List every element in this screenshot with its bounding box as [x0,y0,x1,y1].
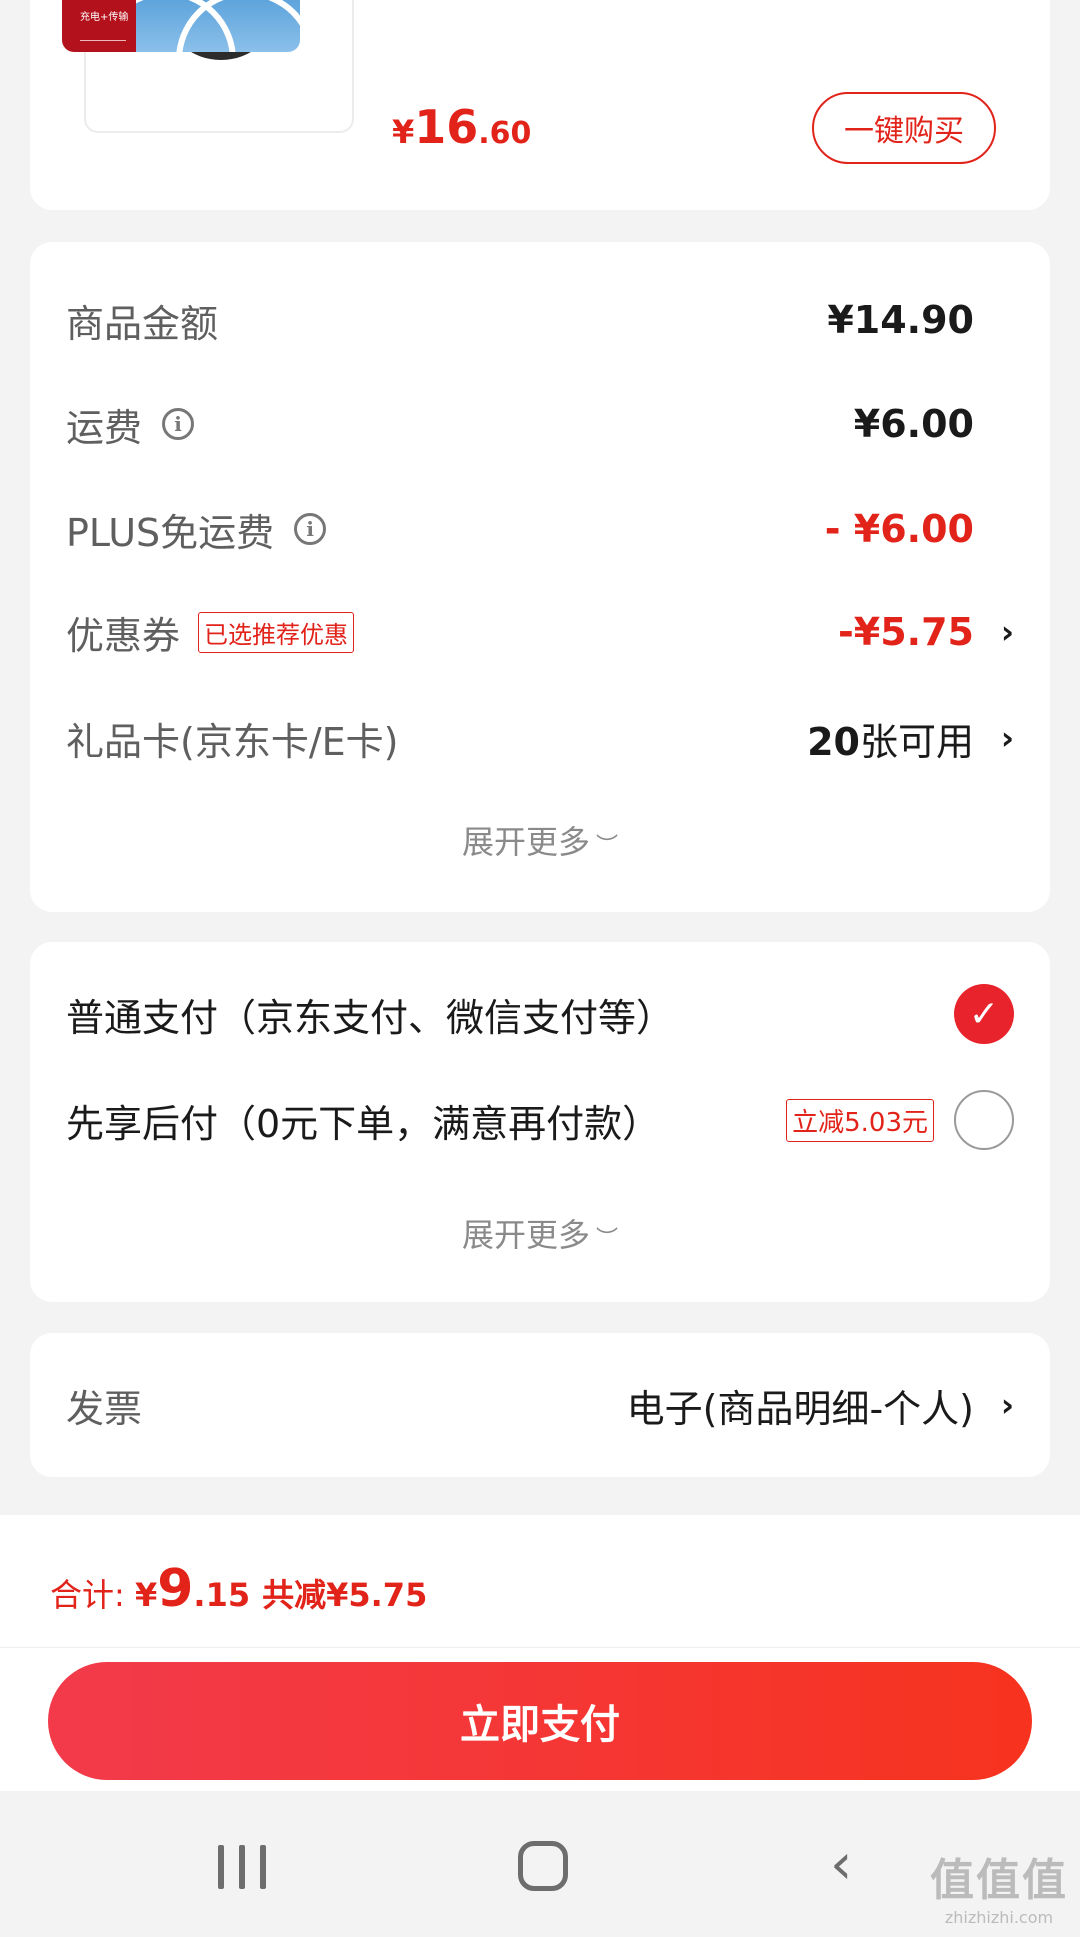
pay-now-button[interactable]: 立即支付 [48,1662,1032,1780]
payment-later-discount-badge: 立减5.03元 [786,1098,934,1142]
shipping-row: 运费 i ¥6.00 [66,394,1014,454]
shipping-label: 运费 [66,405,143,450]
goods-amount-label: 商品金额 [66,301,219,346]
total-discount: 共减¥5.75 [262,1576,428,1614]
chevron-right-icon: › [1000,719,1014,757]
shipping-value: ¥6.00 [853,402,974,446]
invoice-value: 电子(商品明细-个人) [626,1386,974,1431]
gift-card-label: 礼品卡(京东卡/E卡) [66,719,399,764]
gift-card-available: 20张可用 [807,719,974,764]
chevron-right-icon: › [1000,1386,1014,1424]
payment-method-card: 普通支付（京东支付、微信支付等） ✓ 先享后付（0元下单，满意再付款） 立减5.… [30,942,1050,1302]
system-nav-bar: ‹ 值值值 zhizhizhi.com [0,1791,1080,1937]
nav-recents-icon[interactable] [218,1845,266,1889]
payment-normal-label: 普通支付（京东支付、微信支付等） [66,995,675,1040]
info-icon[interactable]: i [294,513,327,545]
gift-card-row[interactable]: 礼品卡(京东卡/E卡) 20张可用 › [66,708,1014,768]
order-total: 合计: ¥9.15 共减¥5.75 [50,1559,428,1619]
thumb-image [136,0,300,52]
payment-normal-radio[interactable]: ✓ [954,984,1014,1044]
coupon-value: -¥5.75 [838,610,974,654]
chevron-down-icon: ︶ [596,834,619,859]
invoice-row[interactable]: 发票 电子(商品明细-个人) › [66,1375,1014,1435]
plus-free-shipping-row: PLUS免运费 i - ¥6.00 [66,499,1014,559]
product-thumbnail-strip: 充电+传输 [62,0,300,52]
divider [0,1647,1080,1648]
payment-later-label: 先享后付（0元下单，满意再付款） [66,1101,661,1146]
chevron-right-icon: › [1000,613,1014,651]
goods-amount-value: ¥14.90 [827,298,974,342]
thumb-label: 充电+传输 [62,0,136,52]
coupon-row[interactable]: 优惠券 已选推荐优惠 -¥5.75 › [66,602,1014,662]
coupon-selected-badge: 已选推荐优惠 [198,611,355,653]
chevron-down-icon: ︶ [596,1227,619,1252]
payment-option-normal[interactable]: 普通支付（京东支付、微信支付等） ✓ [66,982,1014,1046]
plus-free-shipping-value: - ¥6.00 [824,507,974,551]
amount-card: 商品金额 ¥14.90 运费 i ¥6.00 PLUS免运费 i - ¥6.00… [30,242,1050,912]
nav-back-icon[interactable]: ‹ [830,1837,870,1893]
watermark: 值值值 zhizhizhi.com [930,1855,1068,1927]
check-icon: ✓ [968,993,1000,1035]
product-price: ¥16.60 [392,100,532,154]
info-icon[interactable]: i [162,408,195,440]
checkout-bar: 合计: ¥9.15 共减¥5.75 立即支付 [0,1515,1080,1791]
goods-amount-row: 商品金额 ¥14.90 [66,290,1014,350]
expand-more-payment[interactable]: 展开更多 ︶ [30,1210,1050,1256]
invoice-label: 发票 [66,1386,143,1431]
one-click-buy-button[interactable]: 一键购买 [812,92,996,164]
payment-option-later[interactable]: 先享后付（0元下单，满意再付款） 立减5.03元 [66,1088,1014,1152]
invoice-card[interactable]: 发票 电子(商品明细-个人) › [30,1333,1050,1477]
expand-more-amounts[interactable]: 展开更多 ︶ [30,817,1050,863]
coupon-label: 优惠券 [66,613,181,658]
plus-free-shipping-label: PLUS免运费 [66,510,275,555]
payment-later-radio[interactable] [954,1090,1014,1150]
nav-home-icon[interactable] [518,1841,568,1891]
